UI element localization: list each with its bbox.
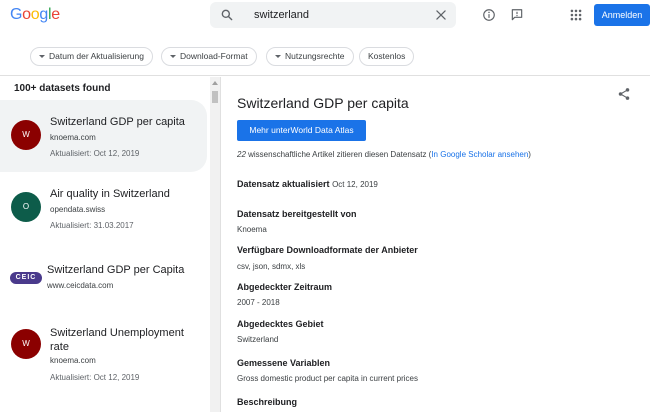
logo-letter: o bbox=[22, 6, 31, 23]
result-updated: Aktualisiert: Oct 12, 2019 bbox=[50, 149, 140, 158]
result-source: knoema.com bbox=[50, 356, 96, 365]
world-data-atlas-button[interactable]: Mehr unterWorld Data Atlas bbox=[237, 120, 366, 141]
result-source: opendata.swiss bbox=[50, 205, 106, 214]
result-updated: Aktualisiert: Oct 12, 2019 bbox=[50, 373, 140, 382]
logo-letter: g bbox=[39, 6, 48, 23]
signin-button[interactable]: Anmelden bbox=[594, 4, 650, 26]
filter-label: Nutzungsrechte bbox=[285, 51, 345, 61]
ceic-logo: CEIC bbox=[10, 272, 42, 284]
feedback-icon[interactable] bbox=[510, 8, 524, 22]
result-title[interactable]: Switzerland Unemployment rate bbox=[50, 326, 200, 354]
formats-value: csv, json, sdmx, xls bbox=[237, 262, 306, 271]
avatar: O bbox=[11, 192, 41, 222]
search-box[interactable] bbox=[210, 2, 456, 28]
dataset-detail: Switzerland GDP per capita Mehr unterWor… bbox=[220, 77, 650, 412]
logo-letter: G bbox=[10, 6, 23, 23]
filter-download-format[interactable]: Download-Format bbox=[161, 47, 257, 66]
area-label: Abgedecktes Gebiet bbox=[237, 319, 324, 329]
period-label: Abgedeckter Zeitraum bbox=[237, 282, 333, 292]
result-item[interactable]: W Switzerland GDP per capita knoema.com … bbox=[0, 100, 207, 172]
filter-bar: Datum der Aktualisierung Download-Format… bbox=[0, 36, 650, 76]
apps-icon[interactable] bbox=[569, 8, 583, 22]
top-bar: Google Anmelden bbox=[0, 0, 650, 36]
result-source: knoema.com bbox=[50, 133, 96, 142]
results-list: 100+ datasets found W Switzerland GDP pe… bbox=[0, 77, 210, 412]
results-scrollbar[interactable] bbox=[210, 77, 220, 412]
logo-letter: e bbox=[51, 6, 60, 23]
variables-label: Gemessene Variablen bbox=[237, 358, 331, 368]
formats-label: Verfügbare Downloadformate der Anbieter bbox=[237, 245, 418, 255]
updated-value: Oct 12, 2019 bbox=[332, 180, 378, 189]
result-source: www.ceicdata.com bbox=[47, 281, 114, 290]
help-icon[interactable] bbox=[482, 8, 496, 22]
chevron-down-icon bbox=[39, 55, 45, 58]
clear-icon[interactable] bbox=[434, 8, 448, 22]
result-title[interactable]: Air quality in Switzerland bbox=[50, 187, 200, 201]
share-icon[interactable] bbox=[617, 87, 631, 101]
search-input[interactable] bbox=[254, 6, 424, 24]
results-count: 100+ datasets found bbox=[14, 83, 111, 94]
chevron-down-icon bbox=[170, 55, 176, 58]
updated-label: Datensatz aktualisiert bbox=[237, 179, 330, 189]
filter-free[interactable]: Kostenlos bbox=[359, 47, 415, 66]
period-value: 2007 - 2018 bbox=[237, 298, 280, 307]
result-updated: Aktualisiert: 31.03.2017 bbox=[50, 221, 134, 230]
google-scholar-link[interactable]: In Google Scholar ansehen bbox=[431, 150, 528, 159]
citation-note: 22 wissenschaftliche Artikel zitieren di… bbox=[237, 150, 531, 159]
result-title[interactable]: Switzerland GDP per Capita bbox=[47, 263, 197, 277]
filter-label: Download-Format bbox=[180, 51, 248, 61]
dataset-title: Switzerland GDP per capita bbox=[237, 95, 409, 111]
search-icon[interactable] bbox=[220, 8, 234, 22]
google-logo[interactable]: Google bbox=[10, 6, 60, 24]
filter-label: Datum der Aktualisierung bbox=[49, 51, 144, 61]
scroll-up-arrow-icon[interactable] bbox=[212, 81, 218, 85]
provider-value: Knoema bbox=[237, 225, 267, 234]
filter-usage-rights[interactable]: Nutzungsrechte bbox=[266, 47, 354, 66]
chevron-down-icon bbox=[275, 55, 281, 58]
citation-count: 22 bbox=[237, 150, 246, 159]
filter-update-date[interactable]: Datum der Aktualisierung bbox=[30, 47, 153, 66]
result-item[interactable]: W Switzerland Unemployment rate knoema.c… bbox=[0, 317, 207, 407]
updated-field: Datensatz aktualisiert Oct 12, 2019 bbox=[237, 179, 378, 189]
area-value: Switzerland bbox=[237, 335, 279, 344]
description-label: Beschreibung bbox=[237, 397, 298, 407]
filter-label: Kostenlos bbox=[368, 51, 406, 61]
result-item[interactable]: CEIC Switzerland GDP per Capita www.ceic… bbox=[0, 252, 207, 312]
citation-close: ) bbox=[528, 150, 531, 159]
scroll-thumb[interactable] bbox=[212, 91, 218, 103]
provider-label: Datensatz bereitgestellt von bbox=[237, 209, 357, 219]
result-title[interactable]: Switzerland GDP per capita bbox=[50, 115, 200, 129]
result-item[interactable]: O Air quality in Switzerland opendata.sw… bbox=[0, 175, 207, 245]
variables-value: Gross domestic product per capita in cur… bbox=[237, 374, 418, 383]
avatar: W bbox=[11, 329, 41, 359]
citation-text: wissenschaftliche Artikel zitieren diese… bbox=[245, 150, 432, 159]
avatar: W bbox=[11, 120, 41, 150]
